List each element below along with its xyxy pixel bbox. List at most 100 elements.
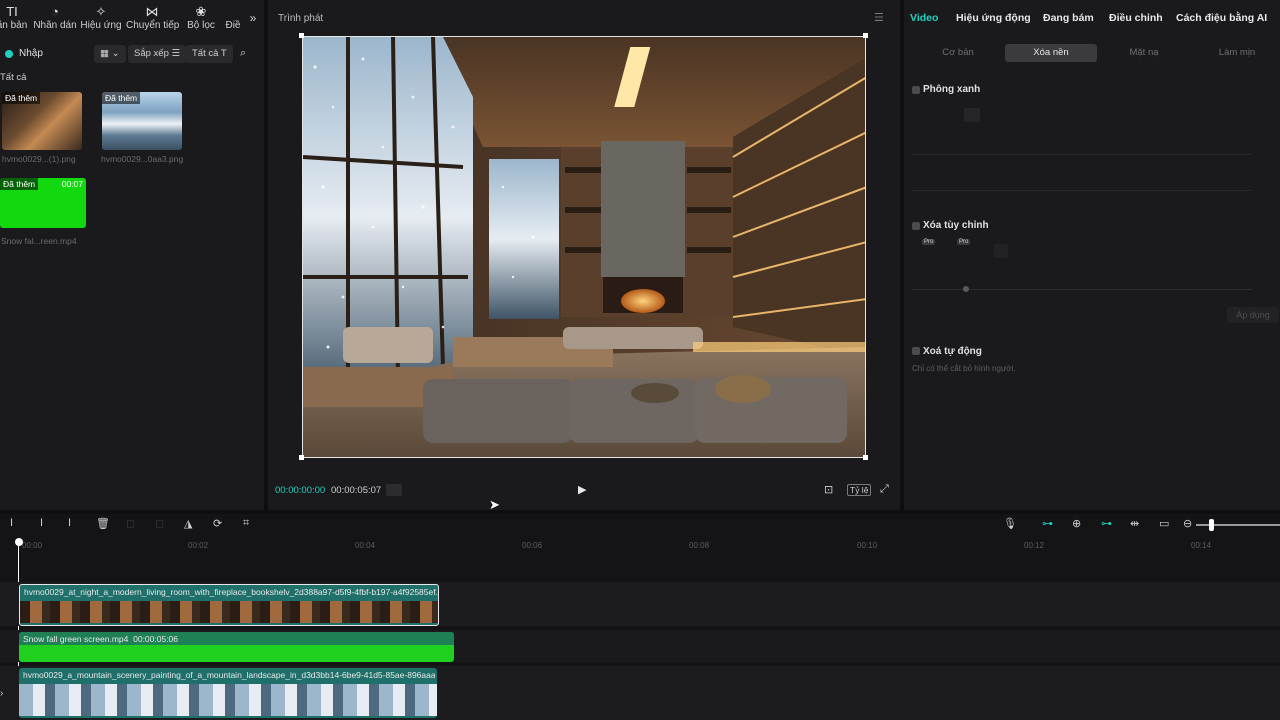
reverse-icon: ◻: [155, 518, 165, 530]
sticker-icon: ◔: [51, 4, 59, 19]
effects-icon: ✧: [95, 4, 107, 19]
tab-sticker[interactable]: ◔ Nhãn dán: [32, 4, 78, 31]
properties-panel: [904, 0, 1280, 510]
subtab-remove-bg[interactable]: Xóa nền: [1005, 44, 1097, 62]
clip-thumbnails: [20, 601, 438, 623]
snapshot-icon[interactable]: ⊡: [824, 483, 833, 496]
strength-slider[interactable]: [912, 154, 1252, 155]
custom-remove-title: Xóa tùy chỉnh: [923, 220, 989, 231]
tab-video[interactable]: Video: [910, 12, 938, 24]
ruler-tick: 00:04: [355, 541, 376, 550]
green-screen-title: Phông xanh: [923, 84, 981, 95]
clip-living-room[interactable]: hvmo0029_at_night_a_modern_living_room_w…: [19, 584, 439, 626]
subtab-mask[interactable]: Mặt nạ: [1098, 44, 1190, 62]
filter-button[interactable]: Tất cả T: [186, 45, 233, 63]
media-panel: [0, 0, 264, 510]
auto-remove-title: Xoá tự động: [923, 346, 982, 357]
chevron-down-icon: ⌄: [111, 48, 120, 59]
preview-axis-icon[interactable]: ⇹: [1130, 517, 1139, 530]
subtab-basic[interactable]: Cơ bản: [912, 44, 1004, 62]
playhead-handle[interactable]: [15, 538, 23, 546]
media-item-mountain[interactable]: Đã thêm: [102, 92, 182, 150]
media-item-living-room[interactable]: Đã thêm: [2, 92, 82, 150]
pro-badge: Pro: [957, 239, 971, 245]
tab-effects[interactable]: ✧ Hiệu ứng: [80, 4, 122, 31]
current-timecode: 00:00:00:00: [275, 485, 326, 496]
split-icon[interactable]: I: [10, 517, 13, 529]
sort-button[interactable]: Sắp xếp ☰: [128, 45, 187, 63]
search-icon[interactable]: ⌕: [240, 47, 246, 60]
tab-transition[interactable]: ⋈ Chuyển tiếp: [126, 4, 179, 31]
eraser-tool-icon[interactable]: [994, 244, 1008, 258]
mouse-cursor-icon: ➤: [489, 497, 500, 512]
more-tabs-icon[interactable]: »: [246, 11, 260, 25]
tab-adjustment[interactable]: Điều chỉnh: [1109, 12, 1163, 24]
tab-ai-style[interactable]: Cách điệu bằng AI: [1176, 12, 1267, 24]
track-expand-icon[interactable]: ›: [0, 688, 3, 699]
tab-animation[interactable]: Hiệu ứng động: [956, 12, 1031, 24]
color-picker-icon[interactable]: [964, 108, 980, 122]
green-screen-checkbox[interactable]: [912, 86, 920, 94]
media-item-green-screen[interactable]: Đã thêm 00:07: [0, 178, 86, 228]
tab-tracking[interactable]: Đang bám: [1043, 12, 1094, 24]
ruler-tick: 00:08: [689, 541, 710, 550]
ruler-tick: 00:14: [1191, 541, 1212, 550]
slider-thumb[interactable]: [963, 286, 969, 292]
tab-filter[interactable]: ❀ Bộ lọc: [184, 4, 218, 31]
pro-badge: Pro: [922, 239, 936, 245]
shadow-slider[interactable]: [912, 190, 1252, 191]
ruler-tick: 00:10: [857, 541, 878, 550]
timecode-toggle-icon[interactable]: [386, 484, 402, 496]
auto-remove-hint: Chỉ có thể cắt bỏ hình người.: [912, 364, 1016, 373]
ruler-tick: 00:02: [188, 541, 209, 550]
media-section-label: Tất cả: [0, 72, 27, 83]
ruler-tick: 00:00: [22, 541, 43, 550]
import-button[interactable]: Nhập: [19, 48, 43, 59]
split-left-icon[interactable]: I: [40, 517, 43, 529]
resize-handle-top-right[interactable]: [863, 33, 868, 38]
microphone-icon[interactable]: 🎙: [1003, 517, 1017, 530]
import-status-dot: [5, 50, 13, 58]
resize-handle-bottom-left[interactable]: [299, 455, 304, 460]
player-title: Trình phát: [278, 13, 324, 24]
adjust-icon: [222, 4, 244, 20]
tab-text[interactable]: TI ăn bản: [0, 4, 28, 31]
subtab-smooth[interactable]: Làm mịn: [1191, 44, 1280, 62]
filter-icon: ❀: [195, 4, 207, 19]
linkage-icon[interactable]: ⊶: [1101, 517, 1112, 530]
caption-icon[interactable]: ▭: [1159, 517, 1169, 530]
text-icon: TI: [6, 4, 18, 19]
resize-handle-top-left[interactable]: [299, 33, 304, 38]
resize-handle-bottom-right[interactable]: [863, 455, 868, 460]
transition-icon: ⋈: [145, 4, 159, 19]
clip-mountain[interactable]: hvmo0029_a_mountain_scenery_painting_of_…: [19, 668, 437, 718]
clip-green-screen[interactable]: Snow fall green screen.mp4 00:00:05:06: [19, 632, 454, 662]
grid-icon: ▦: [100, 48, 109, 59]
rotate-icon[interactable]: ⟳: [213, 517, 222, 530]
crop-icon[interactable]: ⌗: [243, 517, 249, 530]
left-toolbar: TI ăn bản ◔ Nhãn dán ✧ Hiệu ứng ⋈ Chuyển…: [0, 0, 264, 38]
custom-remove-checkbox[interactable]: [912, 222, 920, 230]
split-right-icon[interactable]: I: [68, 517, 71, 529]
auto-remove-checkbox[interactable]: [912, 347, 920, 355]
ruler-tick: 00:12: [1024, 541, 1045, 550]
type-filter-icon: T: [220, 48, 227, 59]
fullscreen-icon[interactable]: ⤢: [880, 483, 889, 496]
clip-thumbnails: [19, 684, 437, 716]
preview-image: [303, 37, 865, 457]
zoom-out-icon[interactable]: ⊖: [1183, 517, 1192, 530]
play-icon[interactable]: ▶: [578, 483, 586, 496]
preview-canvas[interactable]: [302, 36, 866, 458]
tab-adjust[interactable]: Điề: [222, 4, 244, 31]
delete-icon[interactable]: 🗑: [96, 517, 110, 530]
apply-button[interactable]: Áp dụng: [1227, 307, 1279, 323]
ruler-tick: 00:06: [522, 541, 543, 550]
auto-snap-icon[interactable]: ⊕: [1072, 517, 1081, 530]
main-track-magnet-icon[interactable]: ⊶: [1042, 517, 1053, 530]
aspect-ratio-button[interactable]: Tỷ lệ: [847, 484, 872, 496]
player-menu-icon[interactable]: ☰: [874, 11, 884, 24]
zoom-slider-thumb[interactable]: [1209, 519, 1214, 531]
freeze-icon: ◻: [126, 518, 136, 530]
view-toggle-button[interactable]: ▦ ⌄: [94, 45, 126, 63]
mirror-icon[interactable]: ◮: [184, 517, 192, 530]
